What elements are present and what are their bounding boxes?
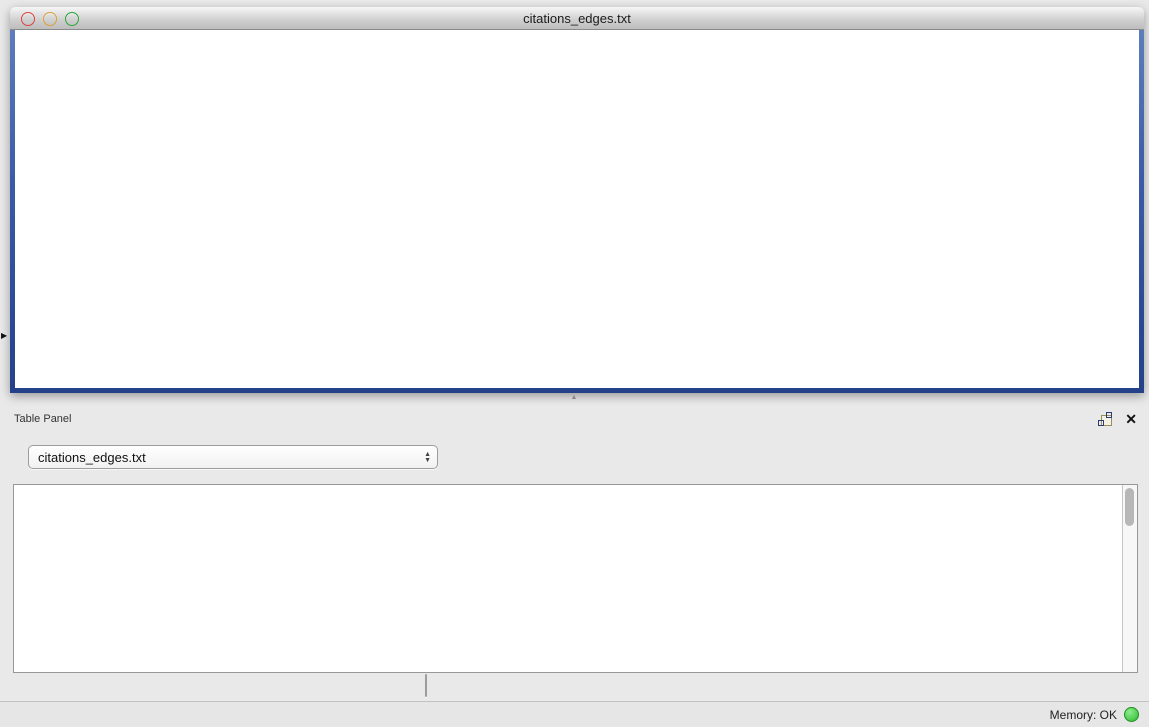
- status-bar: Memory: OK: [0, 701, 1149, 727]
- memory-status-label: Memory: OK: [1050, 708, 1117, 722]
- table-toolbar: citations_edges.txt ▲▼: [14, 442, 438, 472]
- minimize-window-icon[interactable]: [43, 12, 57, 26]
- node-table: [13, 484, 1138, 673]
- cytoscape-app: { "window": { "title": "citations_edges.…: [0, 0, 1149, 727]
- zoom-window-icon[interactable]: [65, 12, 79, 26]
- splitter-handle[interactable]: ▲: [568, 395, 580, 401]
- table-body: [14, 485, 1122, 672]
- combo-stepper-icon: ▲▼: [424, 452, 431, 463]
- memory-status-icon: [1124, 707, 1139, 722]
- network-canvas[interactable]: [15, 30, 1139, 388]
- close-window-icon[interactable]: [21, 12, 35, 26]
- table-panel-header: Table Panel ✕: [0, 402, 1149, 436]
- window-titlebar[interactable]: citations_edges.txt: [10, 7, 1144, 30]
- float-panel-icon[interactable]: [1098, 412, 1112, 426]
- table-panel-title: Table Panel: [14, 413, 72, 425]
- table-tabs: [425, 674, 427, 697]
- traffic-lights: [21, 12, 79, 26]
- scrollbar-thumb[interactable]: [1125, 488, 1134, 526]
- close-panel-icon[interactable]: ✕: [1125, 412, 1137, 426]
- network-view-window: citations_edges.txt: [10, 7, 1144, 393]
- collapse-panel-icon[interactable]: ▶: [1, 331, 7, 340]
- network-table-select[interactable]: citations_edges.txt ▲▼: [28, 445, 438, 469]
- table-scrollbar[interactable]: [1122, 485, 1137, 672]
- network-table-select-value: citations_edges.txt: [38, 450, 146, 465]
- window-title: citations_edges.txt: [523, 11, 631, 26]
